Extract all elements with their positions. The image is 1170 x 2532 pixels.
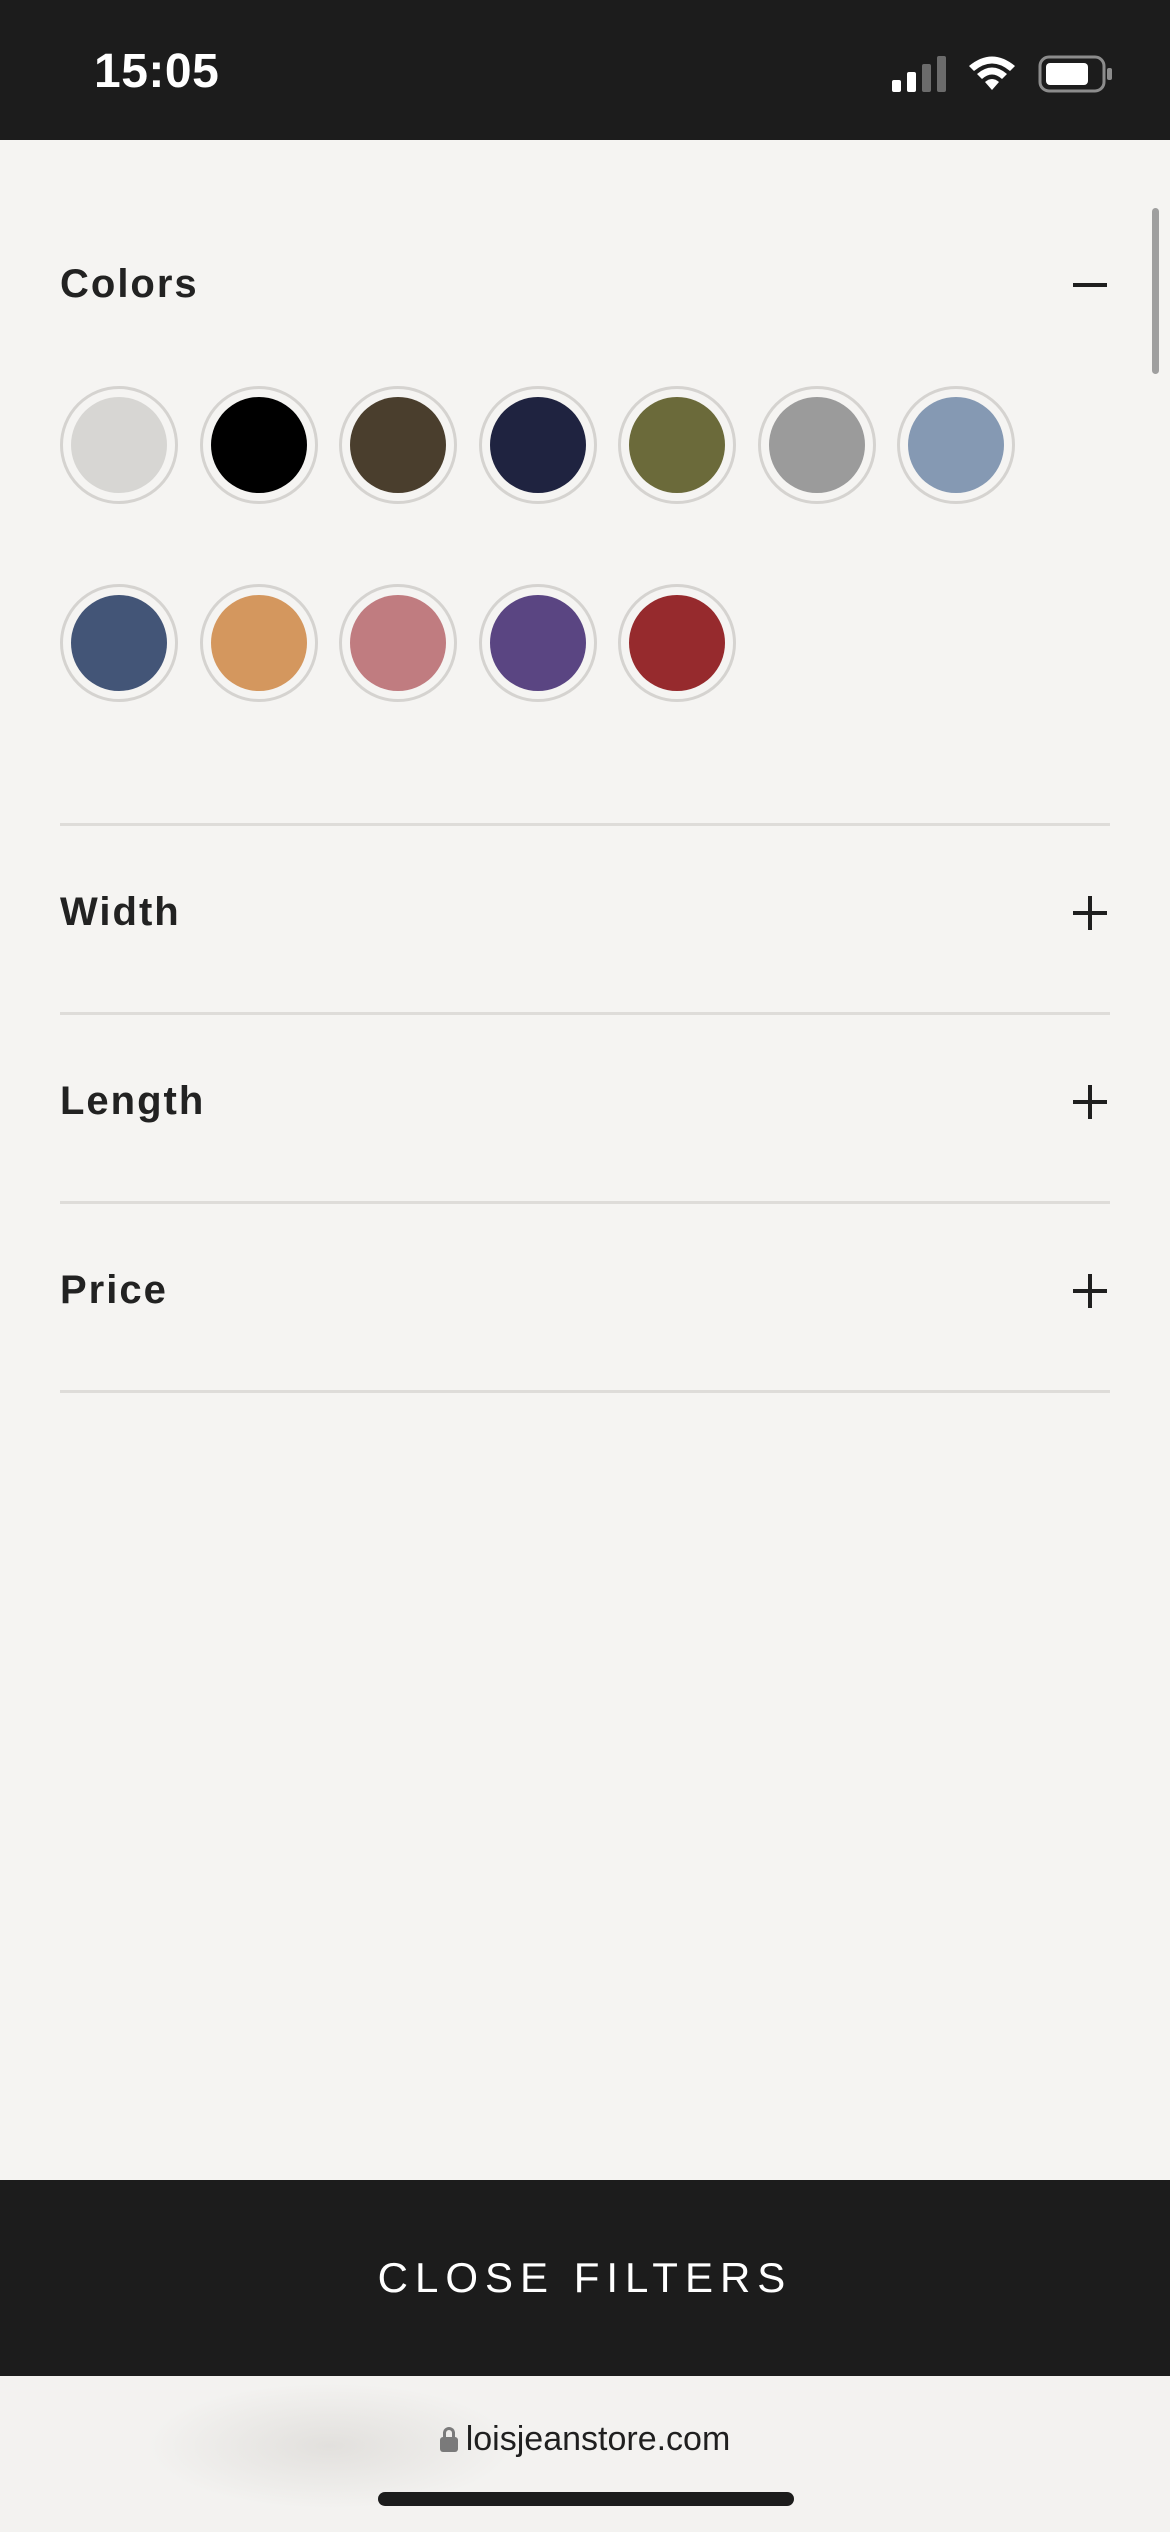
color-swatch-fill	[350, 397, 446, 493]
color-swatch-fill	[350, 595, 446, 691]
scroll-indicator[interactable]	[1152, 208, 1159, 374]
color-swatch-fill	[71, 595, 167, 691]
browser-url-bar[interactable]: loisjeanstore.com	[0, 2376, 1170, 2532]
price-section-title: Price	[60, 1268, 168, 1312]
color-swatch[interactable]	[897, 386, 1015, 504]
url-text: loisjeanstore.com	[465, 2420, 731, 2458]
color-swatch[interactable]	[339, 386, 457, 504]
color-swatch[interactable]	[60, 584, 178, 702]
section-divider	[60, 1390, 1110, 1393]
plus-icon[interactable]	[1070, 1082, 1110, 1122]
color-swatch[interactable]	[479, 386, 597, 504]
color-swatch-fill	[490, 397, 586, 493]
battery-icon	[1038, 55, 1112, 93]
color-swatch[interactable]	[200, 584, 318, 702]
color-swatch-fill	[211, 595, 307, 691]
length-section-header[interactable]: Length	[60, 1079, 1110, 1124]
color-swatch[interactable]	[479, 584, 597, 702]
color-swatch[interactable]	[339, 584, 457, 702]
status-time: 15:05	[94, 45, 220, 98]
color-swatch[interactable]	[200, 386, 318, 504]
section-divider	[60, 1012, 1110, 1015]
color-swatch-fill	[211, 397, 307, 493]
width-section-title: Width	[60, 890, 181, 934]
section-divider	[60, 823, 1110, 826]
plus-icon[interactable]	[1070, 1271, 1110, 1311]
lock-icon	[439, 2426, 458, 2453]
color-swatch[interactable]	[618, 386, 736, 504]
color-swatch[interactable]	[60, 386, 178, 504]
color-swatch-fill	[629, 595, 725, 691]
color-swatch-fill	[908, 397, 1004, 493]
status-icons	[892, 52, 1114, 96]
close-filters-button[interactable]: CLOSE FILTERS	[0, 2180, 1170, 2376]
color-swatch-fill	[769, 397, 865, 493]
plus-icon[interactable]	[1070, 893, 1110, 933]
colors-section-header[interactable]: Colors	[60, 262, 1110, 307]
color-swatch-fill	[71, 397, 167, 493]
minus-icon[interactable]	[1070, 265, 1110, 305]
url-display[interactable]: loisjeanstore.com	[0, 2420, 1170, 2459]
home-indicator[interactable]	[378, 2492, 794, 2506]
color-swatch-fill	[490, 595, 586, 691]
color-swatch-fill	[629, 397, 725, 493]
colors-section-title: Colors	[60, 262, 199, 306]
signal-icon	[892, 56, 946, 92]
width-section-header[interactable]: Width	[60, 890, 1110, 935]
section-divider	[60, 1201, 1110, 1204]
color-swatch[interactable]	[618, 584, 736, 702]
price-section-header[interactable]: Price	[60, 1268, 1110, 1313]
color-swatch[interactable]	[758, 386, 876, 504]
wifi-icon	[969, 56, 1015, 90]
length-section-title: Length	[60, 1079, 206, 1123]
status-bar: 15:05	[0, 0, 1170, 140]
